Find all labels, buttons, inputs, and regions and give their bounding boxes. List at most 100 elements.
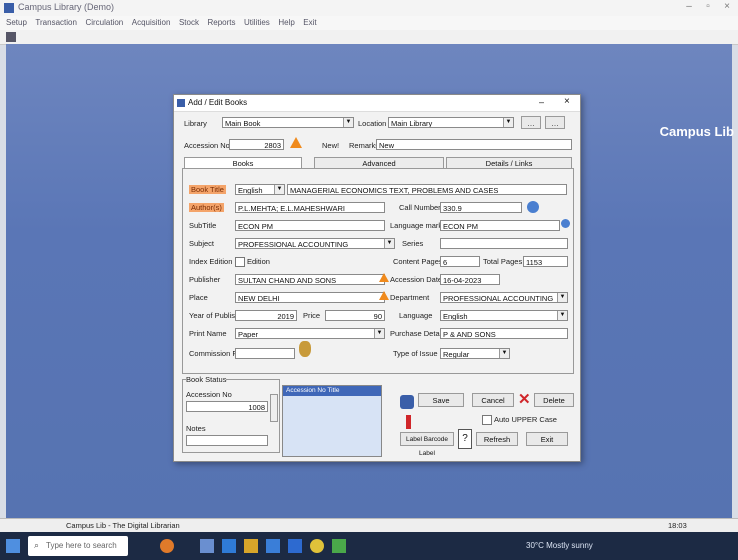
location-label: Location	[358, 119, 387, 128]
dialog-minimize-button[interactable]: –	[539, 97, 544, 107]
dialog-close-button[interactable]: ×	[564, 96, 570, 107]
status-accession-label: Accession No	[186, 390, 232, 399]
series-input[interactable]	[440, 238, 568, 249]
location-add-button[interactable]: …	[521, 116, 541, 129]
weather-text[interactable]: 30°C Mostly sunny	[526, 541, 593, 550]
authors-label: Author(s)	[189, 203, 224, 212]
delete-button[interactable]: Delete	[534, 393, 574, 407]
brand-name: Campus Lib	[659, 124, 734, 139]
status-left-text: Campus Lib - The Digital Librarian	[66, 521, 180, 530]
menu-help[interactable]: Help	[278, 16, 294, 30]
content-pages-input[interactable]: 6	[440, 256, 480, 267]
language-label: Language	[399, 311, 433, 320]
chrome-icon[interactable]	[310, 539, 324, 553]
price-label: Price	[303, 311, 321, 320]
campus-lib-taskbar-icon[interactable]	[332, 539, 346, 553]
auto-upper-label: Auto UPPER Case	[494, 415, 557, 424]
authors-input[interactable]: P.L.MEHTA; E.L.MAHESHWARI	[235, 202, 385, 213]
lookup-icon[interactable]	[527, 201, 539, 213]
question-icon[interactable]: ?	[458, 429, 472, 449]
location-select[interactable]: Main Library ▼	[388, 117, 514, 128]
remarks-input[interactable]: New	[376, 139, 572, 150]
book-status-group: Book Status Accession No 1008 Notes	[182, 375, 280, 453]
content-pages-label: Content Pages	[393, 257, 443, 266]
start-icon[interactable]	[6, 539, 20, 553]
library-label: Library	[184, 119, 207, 128]
place-input[interactable]: NEW DELHI	[235, 292, 385, 303]
app-circle-icon[interactable]	[160, 539, 174, 553]
close-button[interactable]: ×	[718, 1, 736, 14]
menu-setup[interactable]: Setup	[6, 16, 27, 30]
location-edit-button[interactable]: …	[545, 116, 565, 129]
index-edition-label: Index Edition	[189, 257, 233, 266]
book-status-label: Book Status	[186, 375, 227, 384]
menu-utilities[interactable]: Utilities	[244, 16, 270, 30]
notes-input[interactable]	[186, 435, 268, 446]
language-select[interactable]: English ▼	[440, 310, 568, 321]
price-input[interactable]: 90	[325, 310, 385, 321]
library-select[interactable]: Main Book ▼	[222, 117, 354, 128]
department-select[interactable]: PROFESSIONAL ACCOUNTING ▼	[440, 292, 568, 303]
brand-block: Campus Lib	[642, 124, 734, 184]
publisher-input[interactable]: SULTAN CHAND AND SONS	[235, 274, 385, 285]
accession-date-label: Accession Date	[390, 275, 443, 284]
edition-checkbox[interactable]	[235, 257, 245, 267]
accession-input[interactable]: 2803	[229, 139, 284, 150]
taskview-icon[interactable]	[200, 539, 214, 553]
mail-icon[interactable]	[288, 539, 302, 553]
add-edit-books-dialog: Add / Edit Books – × Library Main Book ▼ …	[173, 94, 581, 462]
title-language-select[interactable]: English ▼	[235, 184, 285, 195]
refresh-button[interactable]: Refresh	[476, 432, 518, 446]
accession-list[interactable]: Accession No Title	[282, 385, 382, 457]
accession-date-warning-icon	[379, 273, 389, 282]
folder-icon[interactable]	[244, 539, 258, 553]
money-bag-icon[interactable]	[299, 341, 311, 357]
notes-label: Notes	[186, 424, 206, 433]
book-title-input[interactable]: MANAGERIAL ECONOMICS TEXT, PROBLEMS AND …	[287, 184, 567, 195]
new-label: New!	[322, 141, 340, 150]
cancel-button[interactable]: Cancel	[472, 393, 514, 407]
menu-stock[interactable]: Stock	[179, 16, 199, 30]
home-icon[interactable]	[6, 32, 16, 42]
subject-select[interactable]: PROFESSIONAL ACCOUNTING ▼	[235, 238, 395, 249]
commission-input[interactable]	[235, 348, 295, 359]
save-button[interactable]: Save	[418, 393, 464, 407]
dialog-title-bar: Add / Edit Books – ×	[174, 95, 580, 112]
app-title: Campus Library (Demo)	[18, 2, 115, 12]
call-number-input[interactable]: 330.9	[440, 202, 522, 213]
menu-circulation[interactable]: Circulation	[85, 16, 123, 30]
type-of-issue-select[interactable]: Regular ▼	[440, 348, 510, 359]
print-name-label: Print Name	[189, 329, 227, 338]
taskbar-search-box[interactable]: ⌕ Type here to search	[28, 536, 128, 556]
minimize-button[interactable]: –	[680, 1, 698, 14]
menu-reports[interactable]: Reports	[207, 16, 235, 30]
year-input[interactable]: 2019	[235, 310, 297, 321]
menu-acquisition[interactable]: Acquisition	[132, 16, 171, 30]
total-pages-input[interactable]: 1153	[523, 256, 568, 267]
exit-button[interactable]: Exit	[526, 432, 568, 446]
print-name-select[interactable]: Paper ▼	[235, 328, 385, 339]
save-icon[interactable]	[400, 395, 414, 409]
status-time: 18:03	[668, 521, 687, 530]
menu-transaction[interactable]: Transaction	[35, 16, 77, 30]
accession-date-input[interactable]: 16-04-2023	[440, 274, 500, 285]
status-accession-input[interactable]: 1008	[186, 401, 268, 412]
warning-icon	[290, 137, 302, 148]
subtitle-input[interactable]: ECON PM	[235, 220, 385, 231]
delete-icon[interactable]: ✕	[518, 392, 531, 407]
language-mark-icon[interactable]	[561, 219, 570, 228]
series-label: Series	[402, 239, 424, 248]
label-print-button[interactable]: Label Barcode Label	[400, 432, 454, 457]
status-bar: Campus Lib - The Digital Librarian 18:03	[0, 518, 738, 533]
edge-icon[interactable]	[222, 539, 236, 553]
book-title-label: Book Title	[189, 185, 226, 194]
menu-exit[interactable]: Exit	[303, 16, 316, 30]
language-mark-input[interactable]: ECON PM	[440, 220, 560, 231]
status-spinner[interactable]	[270, 394, 278, 422]
subject-label: Subject	[189, 239, 215, 248]
purchase-details-input[interactable]: P & AND SONS	[440, 328, 568, 339]
store-icon[interactable]	[266, 539, 280, 553]
search-icon: ⌕	[34, 540, 40, 550]
auto-upper-checkbox[interactable]	[482, 415, 492, 425]
maximize-button[interactable]: ▫	[699, 1, 717, 14]
